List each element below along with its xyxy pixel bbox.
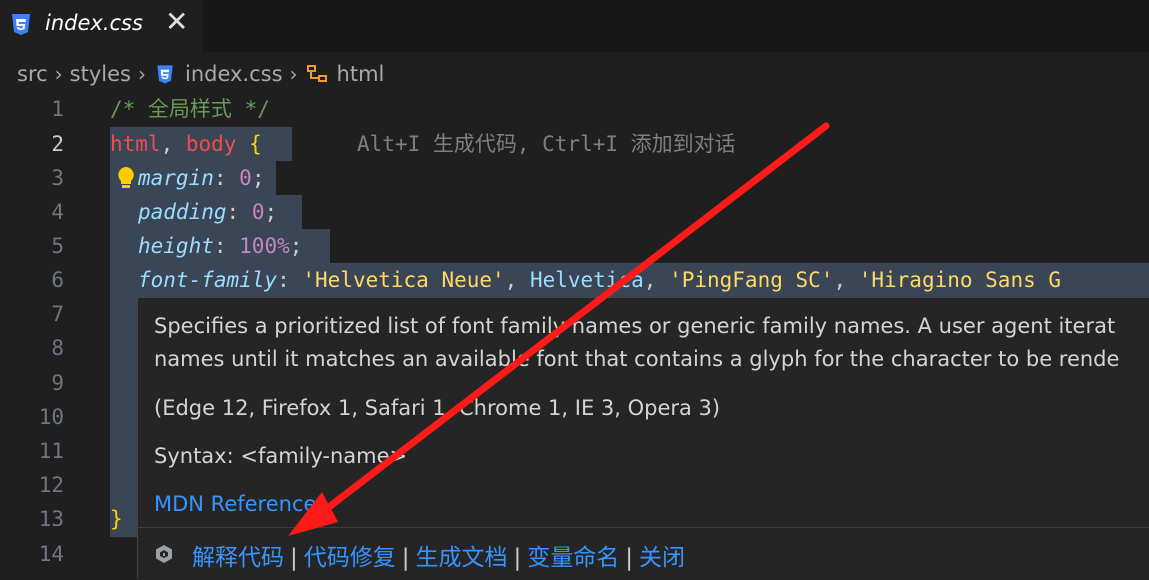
line-number: 4 xyxy=(51,200,64,224)
value: 0 xyxy=(251,200,265,224)
separator: | xyxy=(625,545,633,571)
breadcrumb-item-symbol[interactable]: html xyxy=(337,62,385,86)
code-line: height: 100%; xyxy=(138,229,302,263)
lightbulb-icon[interactable] xyxy=(116,166,136,190)
breadcrumb: src › styles › index.css › html xyxy=(17,59,384,89)
punctuation: : xyxy=(213,166,240,190)
line-number: 9 xyxy=(51,371,64,395)
line-number: 3 xyxy=(51,166,64,190)
hover-documentation-popup: Specifies a prioritized list of font fam… xyxy=(137,297,1149,580)
line-number: 7 xyxy=(51,302,64,326)
brace: } xyxy=(110,507,123,531)
punctuation: ; xyxy=(264,200,278,224)
line-number-active: 2 xyxy=(51,132,64,156)
string-value: 'Hiragino Sans G xyxy=(858,268,1062,292)
code-line: html, body { xyxy=(110,127,262,161)
syntax-line: Syntax: <family-name> xyxy=(154,444,408,468)
punctuation: , xyxy=(833,268,859,292)
close-button[interactable]: 关闭 xyxy=(639,545,685,571)
chevron-right-icon: › xyxy=(289,62,298,86)
css3-icon xyxy=(12,14,30,35)
explain-code-button[interactable]: 解释代码 xyxy=(192,545,284,571)
action-list: 解释代码 | 代码修复 | 生成文档 | 变量命名 | 关闭 xyxy=(192,538,685,572)
line-number: 10 xyxy=(38,405,64,429)
line-number: 5 xyxy=(51,234,64,258)
ai-action-bar: 解释代码 | 代码修复 | 生成文档 | 变量命名 | 关闭 xyxy=(138,527,1149,580)
line-number: 14 xyxy=(38,542,64,566)
code-line: padding: 0; xyxy=(138,195,277,229)
tab-bar: index.css ✕ xyxy=(0,0,1149,52)
editor-tab[interactable]: index.css ✕ xyxy=(0,0,203,52)
brace: { xyxy=(236,132,262,156)
line-number: 11 xyxy=(38,439,64,463)
tab-label: index.css xyxy=(45,11,143,35)
punctuation: ; xyxy=(251,166,265,190)
value: 0 xyxy=(239,166,252,190)
close-icon[interactable]: ✕ xyxy=(165,6,188,38)
mdn-reference-link[interactable]: MDN Reference xyxy=(154,489,316,519)
code-comment: /* 全局样式 */ xyxy=(110,97,270,121)
chevron-right-icon: › xyxy=(54,62,63,86)
property: padding xyxy=(138,200,227,224)
punctuation: , xyxy=(643,268,670,292)
separator: | xyxy=(401,545,410,571)
chevron-right-icon: › xyxy=(137,62,146,86)
separator: | xyxy=(513,545,522,571)
css3-icon xyxy=(157,65,173,84)
line-number: 1 xyxy=(51,97,64,121)
value: 100% xyxy=(239,234,290,258)
browser-compat: (Edge 12, Firefox 1, Safari 1, Chrome 1,… xyxy=(154,396,721,420)
ai-assistant-icon xyxy=(156,545,172,563)
breadcrumb-item-src[interactable]: src xyxy=(17,62,48,86)
punctuation: , xyxy=(504,268,530,292)
string-value: 'Helvetica Neue' xyxy=(302,268,505,292)
breadcrumb-item-styles[interactable]: styles xyxy=(70,62,131,86)
symbol-class-icon xyxy=(306,65,327,82)
property: margin xyxy=(138,166,214,190)
code-line: margin: 0; xyxy=(138,161,264,195)
punctuation: : xyxy=(213,234,240,258)
selector: html xyxy=(110,132,161,156)
line-number: 8 xyxy=(51,336,64,360)
line-number: 13 xyxy=(38,507,64,531)
inline-ai-hint: Alt+I 生成代码, Ctrl+I 添加到对话 xyxy=(357,132,736,156)
punctuation: , xyxy=(160,132,186,156)
punctuation: : xyxy=(226,200,252,224)
line-number: 6 xyxy=(51,268,64,292)
separator: | xyxy=(290,545,298,571)
fix-code-button[interactable]: 代码修复 xyxy=(304,545,396,571)
rename-variable-button[interactable]: 变量命名 xyxy=(527,545,619,571)
punctuation: : xyxy=(277,268,303,292)
property: height xyxy=(138,234,214,258)
property: font-family xyxy=(138,268,278,292)
hover-description: Specifies a prioritized list of font fam… xyxy=(154,314,1116,338)
punctuation: ; xyxy=(289,234,303,258)
line-number: 12 xyxy=(38,473,64,497)
generate-docs-button[interactable]: 生成文档 xyxy=(416,545,508,571)
value: Helvetica xyxy=(529,268,644,292)
code-line: font-family: 'Helvetica Neue', Helvetica… xyxy=(138,263,1061,297)
string-value: 'PingFang SC' xyxy=(669,268,834,292)
hover-description: names until it matches an available font… xyxy=(154,347,1120,371)
breadcrumb-item-file[interactable]: index.css xyxy=(185,62,283,86)
selector: body xyxy=(185,132,237,156)
